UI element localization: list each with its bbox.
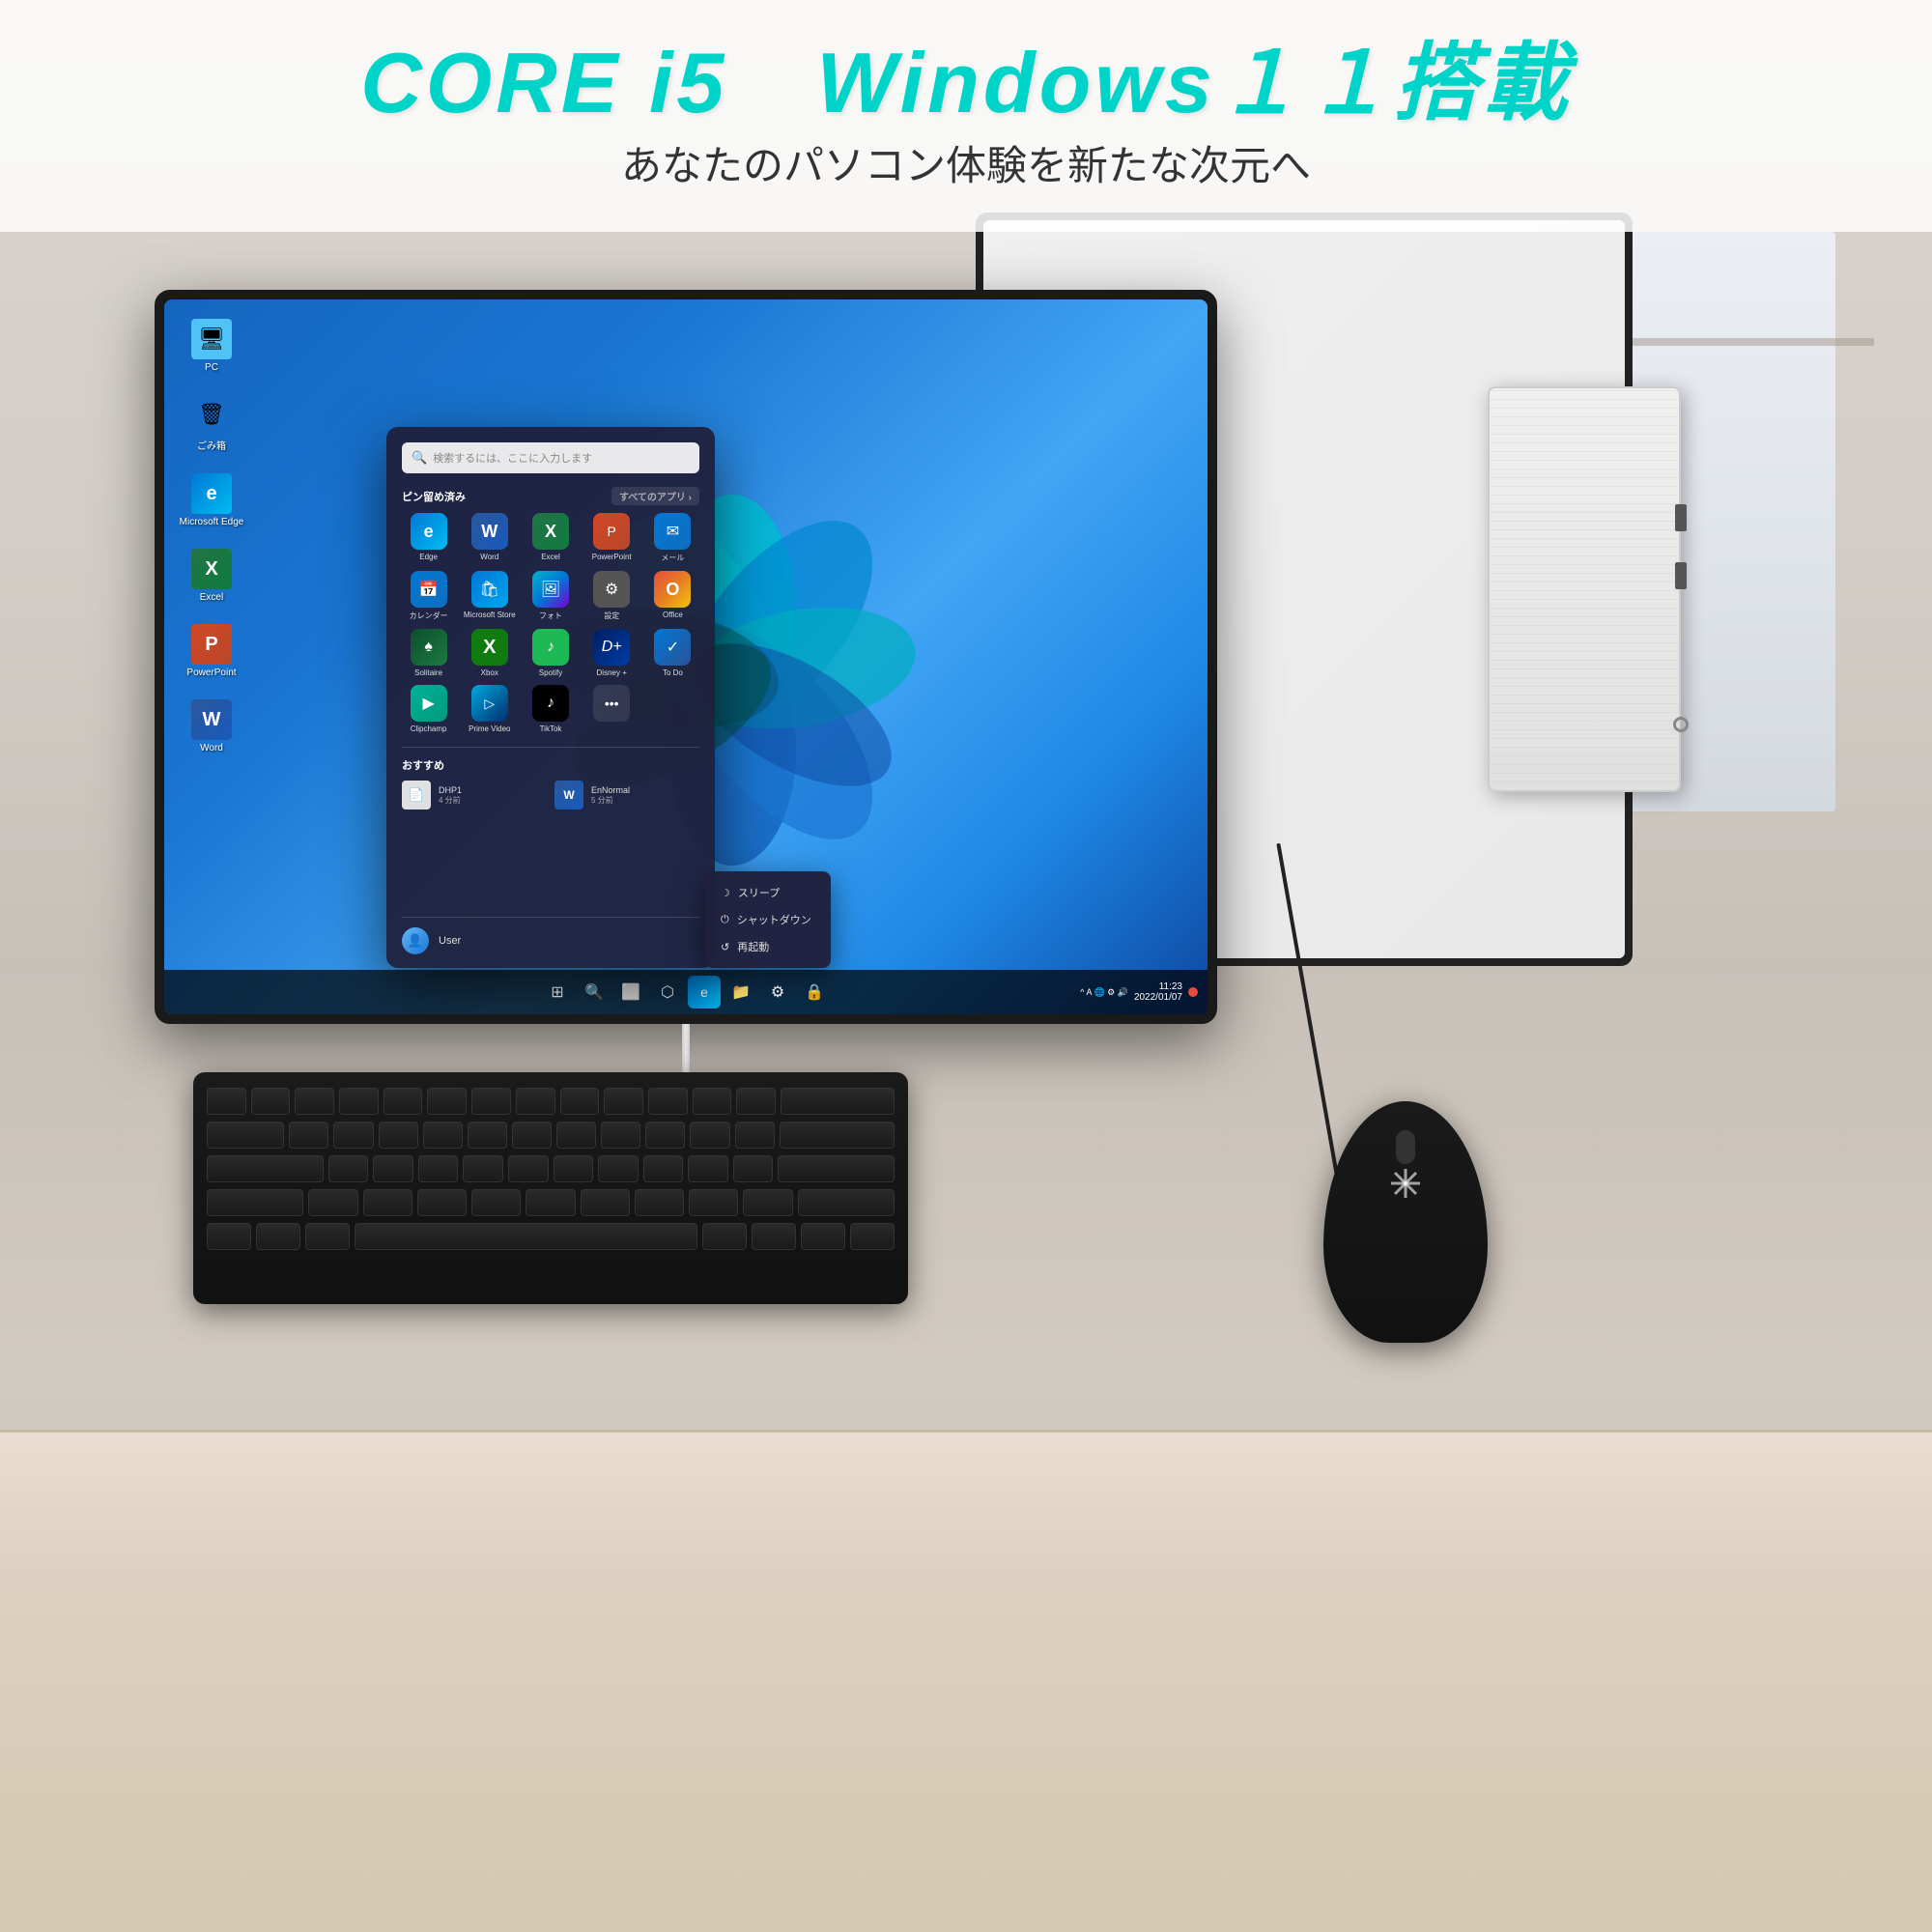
taskbar-system-icons: ^ A 🌐 ⚙ 🔊 bbox=[1080, 987, 1128, 998]
desktop-icon-edge[interactable]: e Microsoft Edge bbox=[179, 473, 244, 527]
mini-pc-unit bbox=[1488, 386, 1681, 792]
pinned-apps-grid: e Edge W Word X Excel bbox=[402, 513, 699, 733]
desktop-icon-word[interactable]: W Word bbox=[179, 699, 244, 753]
header: CORE i5 Windows１１搭載 あなたのパソコン体験を新たな次元へ bbox=[0, 0, 1932, 232]
taskbar-widgets[interactable]: ⬡ bbox=[651, 976, 684, 1009]
pinned-settings[interactable]: ⚙ 設定 bbox=[585, 571, 639, 621]
pinned-word[interactable]: W Word bbox=[463, 513, 516, 563]
pinned-store[interactable]: 🛍 Microsoft Store bbox=[463, 571, 516, 621]
start-search-bar[interactable]: 🔍 検索するには、ここに入力します bbox=[402, 442, 699, 473]
restart-button[interactable]: ↺ 再起動 bbox=[705, 933, 831, 960]
pinned-excel[interactable]: X Excel bbox=[524, 513, 577, 563]
rec-icon-1: 📄 bbox=[402, 781, 431, 810]
pinned-clipchamp[interactable]: ▶ Clipchamp bbox=[402, 685, 455, 733]
notification-dot bbox=[1188, 987, 1198, 997]
pinned-more[interactable]: ••• bbox=[585, 685, 639, 733]
start-menu: 🔍 検索するには、ここに入力します ピン留め済み すべてのアプリ › e Edg… bbox=[386, 427, 715, 968]
shutdown-button[interactable]: ⏻ シャットダウン bbox=[705, 906, 831, 933]
keyboard-keys bbox=[193, 1072, 908, 1265]
rec-item-2[interactable]: W EnNormal 5 分前 bbox=[554, 781, 699, 810]
recommended-items-list: 📄 DHP1 4 分前 W EnNormal bbox=[402, 781, 699, 810]
desk-surface bbox=[0, 1430, 1932, 1932]
pinned-tiktok[interactable]: ♪ TikTok bbox=[524, 685, 577, 733]
user-avatar: 👤 bbox=[402, 927, 429, 954]
keyboard[interactable] bbox=[193, 1072, 908, 1304]
pc-port-2 bbox=[1675, 562, 1687, 589]
pinned-office[interactable]: O Office bbox=[646, 571, 699, 621]
start-user-area[interactable]: 👤 User bbox=[402, 917, 699, 954]
pinned-calendar[interactable]: 📅 カレンダー bbox=[402, 571, 455, 621]
mouse[interactable] bbox=[1323, 1101, 1488, 1343]
taskbar-search[interactable]: 🔍 bbox=[578, 976, 611, 1009]
taskbar-edge[interactable]: e bbox=[688, 976, 721, 1009]
taskbar-settings[interactable]: ⚙ bbox=[761, 976, 794, 1009]
desktop-icon-excel[interactable]: X Excel bbox=[179, 549, 244, 603]
taskbar-security[interactable]: 🔒 bbox=[798, 976, 831, 1009]
pinned-xbox[interactable]: X Xbox bbox=[463, 629, 516, 677]
taskbar-task-view[interactable]: ⬜ bbox=[614, 976, 647, 1009]
taskbar-icons: ⊞ 🔍 ⬜ ⬡ e 📁 ⚙ 🔒 bbox=[541, 976, 831, 1009]
power-menu: ☽ スリープ ⏻ シャットダウン ↺ 再起動 bbox=[705, 871, 831, 968]
desktop-icon-trash[interactable]: 🗑 ごみ箱 bbox=[179, 394, 244, 452]
monitor-bezel: 🖥 PC 🗑 ごみ箱 e Microsoft Edge X bbox=[155, 290, 1217, 1024]
taskbar-right-area: ^ A 🌐 ⚙ 🔊 11:23 2022/01/07 bbox=[1080, 981, 1198, 1003]
sleep-button[interactable]: ☽ スリープ bbox=[705, 879, 831, 906]
main-title: CORE i5 Windows１１搭載 bbox=[360, 41, 1571, 126]
windows-desktop[interactable]: 🖥 PC 🗑 ごみ箱 e Microsoft Edge X bbox=[164, 299, 1208, 1014]
pinned-prime[interactable]: ▷ Prime Video bbox=[463, 685, 516, 733]
pinned-mail[interactable]: ✉ メール bbox=[646, 513, 699, 563]
desktop-icon-ppt[interactable]: P PowerPoint bbox=[179, 624, 244, 678]
pinned-todo[interactable]: ✓ To Do bbox=[646, 629, 699, 677]
desktop-icons-container: 🖥 PC 🗑 ごみ箱 e Microsoft Edge X bbox=[179, 319, 244, 753]
pc-port-1 bbox=[1675, 504, 1687, 531]
pinned-spotify[interactable]: ♪ Spotify bbox=[524, 629, 577, 677]
start-button[interactable]: ⊞ bbox=[541, 976, 574, 1009]
pinned-ppt[interactable]: P PowerPoint bbox=[585, 513, 639, 563]
monitor-screen: 🖥 PC 🗑 ごみ箱 e Microsoft Edge X bbox=[164, 299, 1208, 1014]
monitor-setup: 🖥 PC 🗑 ごみ箱 e Microsoft Edge X bbox=[155, 213, 1681, 1420]
main-monitor: 🖥 PC 🗑 ごみ箱 e Microsoft Edge X bbox=[155, 290, 1217, 1121]
taskbar-explorer[interactable]: 📁 bbox=[724, 976, 757, 1009]
mouse-brand-logo bbox=[1381, 1159, 1430, 1208]
pinned-edge[interactable]: e Edge bbox=[402, 513, 455, 563]
pinned-photos[interactable]: 🖼 フォト bbox=[524, 571, 577, 621]
desktop-icon-pc[interactable]: 🖥 PC bbox=[179, 319, 244, 373]
all-apps-button[interactable]: すべてのアプリ › bbox=[611, 487, 699, 505]
pinned-solitaire[interactable]: ♠ Solitaire bbox=[402, 629, 455, 677]
recommended-section: おすすめ 📄 DHP1 4 分前 W bbox=[402, 747, 699, 810]
taskbar-clock[interactable]: 11:23 2022/01/07 bbox=[1134, 981, 1182, 1003]
rec-icon-2: W bbox=[554, 781, 583, 810]
search-icon: 🔍 bbox=[412, 450, 427, 466]
pinned-disney[interactable]: D+ Disney + bbox=[585, 629, 639, 677]
pc-power-button[interactable] bbox=[1673, 717, 1689, 732]
rec-item-1[interactable]: 📄 DHP1 4 分前 bbox=[402, 781, 547, 810]
pinned-section-header: ピン留め済み すべてのアプリ › bbox=[402, 487, 699, 505]
sub-title: あなたのパソコン体験を新たな次元へ bbox=[621, 133, 1311, 192]
taskbar: ⊞ 🔍 ⬜ ⬡ e 📁 ⚙ 🔒 ^ A 🌐 ⚙ 🔊 bbox=[164, 970, 1208, 1014]
